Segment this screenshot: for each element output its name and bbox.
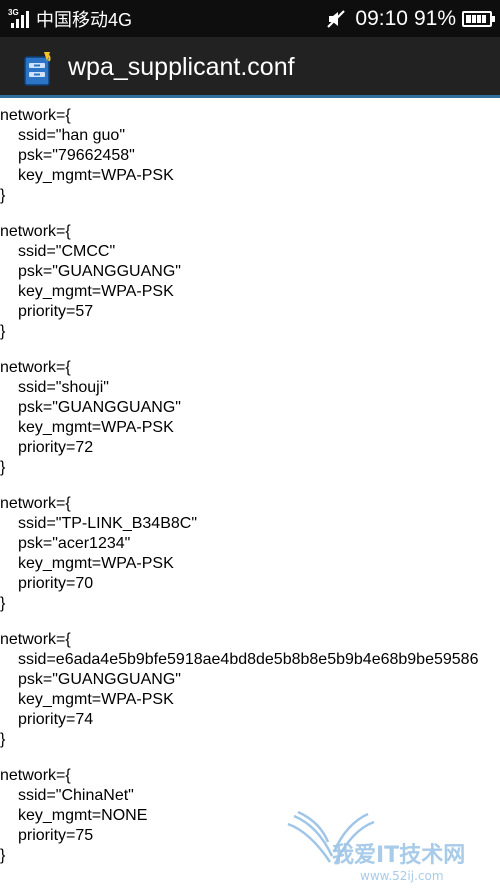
network-block: network={ ssid="CMCC" psk="GUANGGUANG" key_… <box>0 222 500 342</box>
status-bar-right: 09:10 91% <box>325 0 495 37</box>
network-open-line: network={ <box>0 767 71 784</box>
title-bar: wpa_supplicant.conf <box>0 37 500 98</box>
network-field-line: key_mgmt=WPA-PSK <box>18 555 174 572</box>
network-field-line: ssid="ChinaNet" <box>18 787 134 804</box>
network-field-line: key_mgmt=WPA-PSK <box>18 691 174 708</box>
network-block: network={ ssid="TP-LINK_B34B8C" psk="acer1… <box>0 494 500 614</box>
mute-icon <box>327 9 346 28</box>
network-field-line: key_mgmt=WPA-PSK <box>18 419 174 436</box>
battery-percent: 91% <box>413 6 456 30</box>
carrier-name: 中国移动4G <box>36 9 133 30</box>
network-open-line: network={ <box>0 359 71 376</box>
network-close-line: } <box>0 459 6 476</box>
network-field-line: psk="GUANGGUANG" <box>18 263 181 280</box>
network-field-line: priority=70 <box>18 575 94 592</box>
network-field-line: priority=57 <box>18 303 94 320</box>
page-title: wpa_supplicant.conf <box>68 53 295 81</box>
status-bar: 3G 中国移动4G 09:10 91% <box>0 0 500 37</box>
network-field-line: key_mgmt=WPA-PSK <box>18 167 174 184</box>
network-field-line: ssid="han guo" <box>18 127 125 144</box>
network-field-line: psk="GUANGGUANG" <box>18 671 181 688</box>
network-close-line: } <box>0 323 6 340</box>
network-block: network={ ssid="han guo" psk="79662458" key… <box>0 106 500 206</box>
network-open-line: network={ <box>0 223 71 240</box>
watermark-text: 我爱IT技术网 <box>332 843 465 868</box>
network-field-line: ssid="CMCC" <box>18 243 116 260</box>
network-field-line: ssid="shouji" <box>18 379 109 396</box>
network-open-line: network={ <box>0 107 71 124</box>
network-open-line: network={ <box>0 631 71 648</box>
network-field-line: psk="GUANGGUANG" <box>18 399 181 416</box>
network-field-line: psk="79662458" <box>18 147 135 164</box>
network-type-label: 3G <box>8 7 19 17</box>
network-close-line: } <box>0 731 6 748</box>
battery-icon <box>462 10 495 27</box>
network-field-line: ssid=e6ada4e5b9bfe5918ae4bd8de5b8b8e5b9b… <box>18 651 479 668</box>
watermark-url: www.52ij.com <box>360 869 444 883</box>
clock: 09:10 <box>355 6 408 30</box>
network-open-line: network={ <box>0 495 71 512</box>
network-close-line: } <box>0 595 6 612</box>
network-block: network={ ssid=e6ada4e5b9bfe5918ae4bd8de5… <box>0 630 500 750</box>
status-bar-left: 3G 中国移动4G <box>8 0 132 37</box>
network-field-line: psk="acer1234" <box>18 535 131 552</box>
file-content[interactable]: network={ ssid="han guo" psk="79662458" key… <box>0 106 500 889</box>
file-cabinet-icon[interactable] <box>22 51 56 87</box>
watermark: 我爱IT技术网 www.52ij.com <box>287 810 465 883</box>
network-block: network={ ssid="shouji" psk="GUANGGUANG" ke… <box>0 358 500 478</box>
network-close-line: } <box>0 187 6 204</box>
signal-strength-icon: 3G <box>8 8 30 30</box>
network-field-line: key_mgmt=WPA-PSK <box>18 283 174 300</box>
network-field-line: ssid="TP-LINK_B34B8C" <box>18 515 197 532</box>
network-field-line: priority=74 <box>18 711 94 728</box>
network-field-line: priority=72 <box>18 439 94 456</box>
